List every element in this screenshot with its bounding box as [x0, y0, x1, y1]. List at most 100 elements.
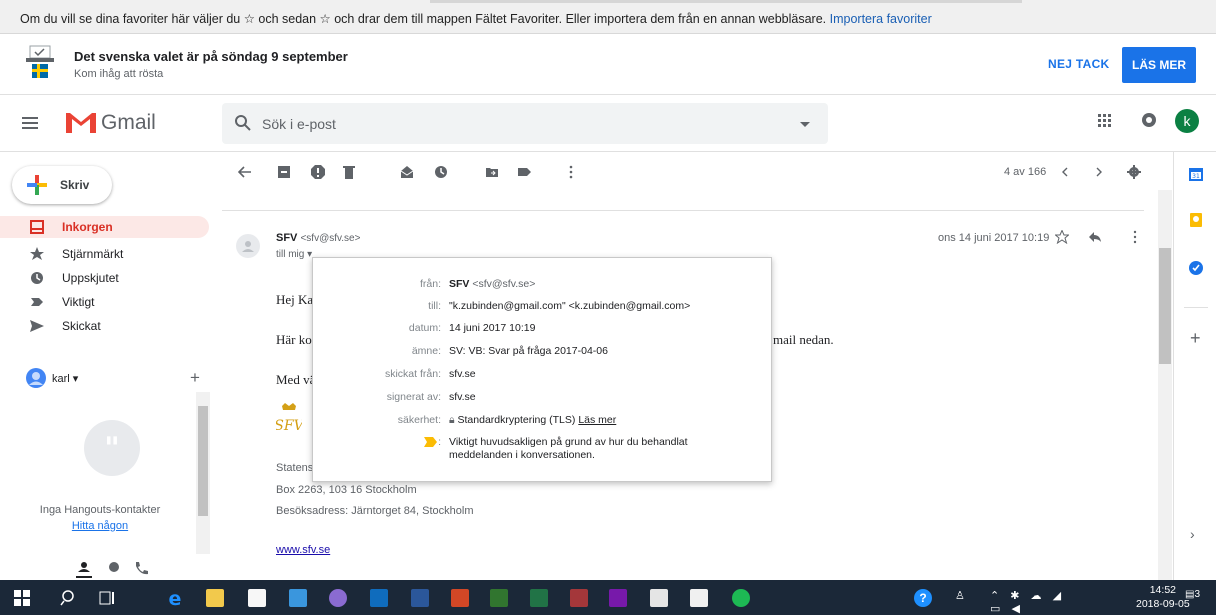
reply-icon[interactable]	[1088, 230, 1102, 247]
message-toolbar: 4 av 166	[222, 152, 1158, 192]
nav-item-sent[interactable]: Skickat	[0, 315, 209, 337]
windows-taskbar: e ? ♙ ⌃ ✱ ☁ ◢ ▭ ◀ 14:52 2018-09-05 ▤3	[0, 580, 1216, 615]
svg-text:e: e	[169, 589, 182, 607]
people-icon[interactable]: ♙	[955, 589, 973, 607]
message-scroll-thumb[interactable]	[1159, 248, 1171, 364]
photos-icon[interactable]	[289, 589, 307, 607]
lock-icon: 🔒︎	[449, 414, 455, 426]
report-spam-icon[interactable]	[311, 165, 325, 179]
project-icon[interactable]	[490, 589, 508, 607]
signature-box: Box 2263, 103 16 Stockholm	[276, 484, 417, 496]
from-label: från:	[419, 278, 441, 290]
nav-item-label: Inkorgen	[62, 220, 113, 234]
importance-text: Viktigt huvudsakligen på grund av hur du…	[449, 436, 688, 461]
compose-button[interactable]: Skriv	[12, 166, 112, 204]
importance-marker: :	[313, 436, 441, 448]
recipient-toggle[interactable]: till mig ▾	[276, 249, 312, 260]
windows-start-icon[interactable]	[14, 590, 30, 606]
delete-icon[interactable]	[342, 165, 356, 179]
search-options-icon[interactable]	[800, 122, 810, 127]
dismiss-button[interactable]: NEJ TACK	[1048, 57, 1110, 71]
nav-item-starred[interactable]: Stjärnmärkt	[0, 243, 209, 265]
gmail-logo-icon[interactable]	[64, 109, 98, 138]
settings-gear-icon[interactable]	[1127, 165, 1141, 179]
star-icon	[30, 247, 44, 261]
to-label: till:	[428, 300, 441, 312]
main-menu-icon[interactable]	[20, 113, 42, 133]
action-center-icon[interactable]: ▤3	[1185, 589, 1203, 607]
from-email: <sfv@sfv.se>	[472, 278, 536, 290]
hangouts-scroll-thumb[interactable]	[198, 406, 208, 516]
security-learn-more-link[interactable]: Läs mer	[578, 414, 616, 426]
access-icon[interactable]	[570, 589, 588, 607]
signature-website-link[interactable]: www.sfv.se	[276, 544, 330, 556]
favorites-bar: Om du vill se dina favoriter här väljer …	[0, 0, 1216, 34]
message-count: 4 av 166	[1004, 166, 1047, 178]
clock-date: 2018-09-05	[1136, 598, 1190, 610]
camera-icon[interactable]	[690, 589, 708, 607]
apps-grid-icon[interactable]	[1098, 114, 1112, 131]
system-tray-icons[interactable]: ⌃ ✱ ☁ ◢ ▭ ◀	[990, 589, 1082, 615]
nav-item-important[interactable]: Viktigt	[0, 291, 209, 313]
taskbar-search-icon[interactable]	[60, 589, 78, 607]
favorites-message: Om du vill se dina favoriter här väljer …	[20, 11, 932, 26]
taskbar-clock[interactable]: 14:52 2018-09-05	[1136, 583, 1190, 611]
calendar-app-icon[interactable]	[650, 589, 668, 607]
user-avatar-icon[interactable]	[26, 368, 46, 391]
calendar-icon[interactable]: 31	[1188, 166, 1204, 185]
import-favorites-link[interactable]: Importera favoriter	[830, 12, 932, 26]
election-banner: Det svenska valet är på söndag 9 septemb…	[0, 34, 1216, 95]
snooze-icon[interactable]	[434, 165, 448, 179]
add-addon-icon[interactable]: +	[1190, 328, 1201, 349]
search-bar[interactable]: Sök i e-post	[222, 103, 828, 144]
help-icon[interactable]: ?	[914, 589, 932, 607]
newer-chevron-icon[interactable]	[1058, 165, 1072, 179]
older-chevron-icon[interactable]	[1092, 165, 1106, 179]
inbox-icon	[30, 220, 44, 234]
add-contact-icon[interactable]: +	[190, 368, 200, 388]
important-icon	[30, 295, 44, 309]
read-more-button[interactable]: LÄS MER	[1122, 47, 1196, 83]
word-icon[interactable]	[411, 589, 429, 607]
sender-name: SFV	[276, 232, 298, 244]
app-icon[interactable]	[329, 589, 347, 607]
tasks-icon[interactable]	[1188, 260, 1204, 279]
message-scrollbar[interactable]	[1158, 190, 1172, 580]
hangouts-user-name[interactable]: karl ▾	[52, 372, 78, 385]
message-more-icon[interactable]	[1128, 230, 1142, 247]
mark-unread-icon[interactable]	[400, 165, 414, 179]
outlook-icon[interactable]	[370, 589, 388, 607]
signed-by-label: signerat av:	[386, 391, 441, 403]
file-explorer-icon[interactable]	[206, 589, 224, 607]
back-arrow-icon[interactable]	[237, 165, 252, 179]
from-name: SFV	[449, 278, 470, 290]
notifications-icon[interactable]	[1141, 112, 1157, 128]
no-contacts-text: Inga Hangouts-kontakter	[39, 504, 161, 516]
sender-line: SFV <sfv@sfv.se>	[276, 232, 360, 244]
account-avatar[interactable]: k	[1175, 109, 1199, 133]
find-someone-link[interactable]: Hitta någon	[0, 520, 200, 532]
search-input[interactable]: Sök i e-post	[262, 116, 336, 132]
move-to-icon[interactable]	[485, 165, 499, 179]
edge-browser-icon[interactable]: e	[166, 588, 184, 610]
keep-icon[interactable]	[1188, 212, 1204, 231]
label-icon[interactable]	[517, 165, 531, 179]
security-value: 🔒︎ Standardkryptering (TLS) Läs mer	[449, 414, 616, 427]
hangouts-quote-icon: "	[84, 420, 140, 476]
powerpoint-icon[interactable]	[451, 589, 469, 607]
more-options-icon[interactable]	[564, 165, 578, 179]
onenote-icon[interactable]	[609, 589, 627, 607]
spotify-icon[interactable]	[732, 589, 750, 607]
star-message-icon[interactable]	[1054, 229, 1070, 247]
nav-item-snoozed[interactable]: Uppskjutet	[0, 267, 209, 289]
svg-text:31: 31	[1192, 173, 1200, 180]
search-icon[interactable]	[234, 114, 252, 135]
security-text: Standardkryptering (TLS)	[457, 414, 576, 426]
nav-item-inbox[interactable]: Inkorgen	[0, 216, 209, 238]
excel-icon[interactable]	[530, 589, 548, 607]
task-view-icon[interactable]	[98, 589, 116, 607]
store-icon[interactable]	[248, 589, 266, 607]
archive-icon[interactable]	[277, 165, 291, 179]
expand-panel-icon[interactable]: ›	[1190, 526, 1195, 542]
clock-time: 14:52	[1149, 584, 1176, 596]
